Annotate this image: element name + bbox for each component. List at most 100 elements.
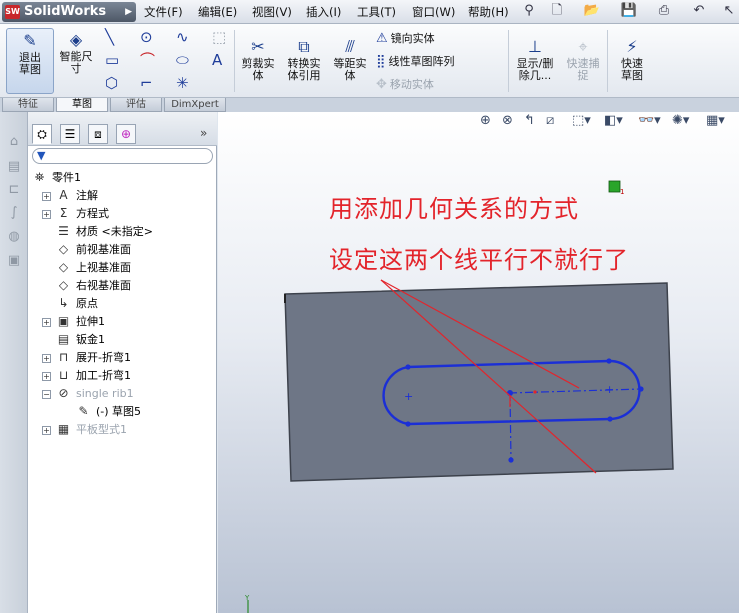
- rib-icon: ⊘: [58, 386, 69, 400]
- smart-dimension-button[interactable]: ◈ 智能尺寸: [56, 31, 96, 75]
- mirror-entities-button[interactable]: ⚠ 镜向实体: [376, 30, 435, 46]
- menu-window[interactable]: 窗口(W): [412, 4, 455, 20]
- display-delete-label: 显示/删除几...: [516, 57, 554, 82]
- tree-item[interactable]: ◇ 上视基准面: [42, 258, 131, 276]
- offset-entities-button[interactable]: ⫻ 等距实体: [330, 38, 370, 82]
- tree-item[interactable]: + A 注解: [42, 186, 98, 204]
- point-tool-icon[interactable]: ✳: [176, 75, 189, 91]
- tree-item[interactable]: ↳ 原点: [42, 294, 98, 312]
- task-pane-strip: ⌂ ▤ ⊏ ∫ ◍ ▣: [0, 112, 28, 613]
- move-entities-button[interactable]: ✥ 移动实体: [376, 76, 434, 92]
- tab-evaluate[interactable]: 评估: [110, 98, 162, 112]
- graphics-area[interactable]: [218, 112, 739, 613]
- menu-tools[interactable]: 工具(T): [357, 4, 396, 20]
- logo-arrow-icon: ▶: [125, 7, 132, 17]
- quick-snaps-button[interactable]: ⌖ 快速捕捉: [562, 38, 604, 82]
- tree-item[interactable]: ⛯ 零件1: [32, 168, 81, 186]
- tree-expander-icon[interactable]: +: [42, 425, 51, 435]
- tree-expander-icon[interactable]: −: [42, 389, 51, 399]
- tree-item[interactable]: − ⊘ single rib1: [42, 384, 134, 402]
- tree-expander-icon[interactable]: +: [42, 353, 51, 363]
- configuration-tab-icon[interactable]: ⧈: [88, 124, 108, 144]
- text-tool-icon[interactable]: A: [212, 52, 222, 68]
- polygon-tool-icon[interactable]: ⬡: [105, 75, 118, 91]
- tree-item[interactable]: + ⊓ 展开-折弯1: [42, 348, 131, 366]
- section-view-icon[interactable]: ⧄: [546, 113, 554, 128]
- trim-icon: ✂: [251, 37, 265, 56]
- trim-label: 剪裁实体: [241, 57, 275, 82]
- menu-insert[interactable]: 插入(I): [306, 4, 341, 20]
- arc-tool-icon[interactable]: ⌒: [140, 52, 155, 68]
- dimxpert-tab-icon[interactable]: ⊕: [116, 124, 136, 144]
- tree-item[interactable]: + ⊔ 加工-折弯1: [42, 366, 131, 384]
- tree-item[interactable]: ◇ 右视基准面: [42, 276, 131, 294]
- tree-expander-icon[interactable]: +: [42, 209, 51, 219]
- search-icon[interactable]: ∫: [6, 205, 22, 221]
- circle-tool-icon[interactable]: ⊙: [140, 29, 153, 45]
- title-bar: SW SolidWorks ▶ 文件(F) 编辑(E) 视图(V) 插入(I) …: [0, 0, 739, 24]
- undo-icon[interactable]: ↶: [690, 2, 708, 20]
- select-arrow-icon[interactable]: ↖: [720, 2, 738, 20]
- new-document-icon[interactable]: 🗋: [548, 2, 566, 20]
- zoom-area-icon[interactable]: ⊗: [502, 113, 513, 128]
- exit-sketch-button[interactable]: ✎ 退出草图: [6, 28, 54, 94]
- tree-item[interactable]: + ▦ 平板型式1: [42, 420, 127, 438]
- zoom-to-fit-icon[interactable]: ⊕: [480, 113, 491, 128]
- appearance-scene-icon[interactable]: ✺▾: [672, 113, 689, 128]
- rectangle-tool-icon[interactable]: ▭: [105, 52, 119, 68]
- custom-properties-icon[interactable]: ▣: [6, 253, 22, 269]
- property-manager-tab-icon[interactable]: ☰: [60, 124, 80, 144]
- appearance-icon[interactable]: ◍: [6, 229, 22, 245]
- library-icon[interactable]: ▤: [6, 159, 22, 175]
- offset-icon: ⫻: [345, 37, 355, 56]
- explorer-icon[interactable]: ⊏: [6, 182, 22, 198]
- sketch-icon: ✎: [78, 404, 89, 418]
- linear-pattern-button[interactable]: ⣿ 线性草图阵列: [376, 53, 455, 69]
- tree-item[interactable]: ◇ 前视基准面: [42, 240, 131, 258]
- tree-item[interactable]: ▤ 钣金1: [42, 330, 105, 348]
- menu-help[interactable]: 帮助(H): [468, 4, 509, 20]
- expand-panel-icon[interactable]: »: [200, 126, 207, 140]
- view-orientation-icon[interactable]: ⬚▾: [572, 113, 591, 128]
- tab-dimxpert[interactable]: DimXpert: [164, 98, 226, 112]
- fillet-tool-icon[interactable]: ⌐: [140, 75, 153, 91]
- display-delete-relations-button[interactable]: ⊥ 显示/删除几...: [512, 38, 558, 82]
- offset-label: 等距实体: [333, 57, 367, 82]
- previous-view-icon[interactable]: ↰: [524, 113, 535, 128]
- line-tool-icon[interactable]: ╲: [105, 29, 114, 45]
- spline-tool-icon[interactable]: ∿: [176, 29, 189, 45]
- display-style-icon[interactable]: ◧▾: [604, 113, 623, 128]
- feature-filter-input[interactable]: ▼: [32, 148, 213, 164]
- app-logo[interactable]: SW SolidWorks ▶: [2, 2, 136, 22]
- exit-sketch-label: 退出草图: [19, 51, 41, 76]
- ellipse-tool-icon[interactable]: ⬭: [176, 52, 189, 68]
- menu-file[interactable]: 文件(F): [144, 4, 183, 20]
- tab-features[interactable]: 特征: [2, 98, 54, 112]
- resources-icon[interactable]: ⌂: [6, 134, 22, 150]
- feature-tree-tab-icon[interactable]: ⛭: [32, 124, 52, 144]
- pin-icon[interactable]: ⚲: [520, 2, 538, 20]
- tree-item[interactable]: + Σ 方程式: [42, 204, 109, 222]
- rapid-sketch-label: 快速草图: [621, 57, 643, 82]
- save-icon[interactable]: 💾: [620, 2, 638, 20]
- print-icon[interactable]: ⎙: [655, 2, 673, 20]
- rapid-sketch-button[interactable]: ⚡ 快速草图: [612, 38, 652, 82]
- view-settings-icon[interactable]: ▦▾: [706, 113, 725, 128]
- grid-tool-icon[interactable]: ⬚: [212, 29, 226, 45]
- menu-view[interactable]: 视图(V): [252, 4, 292, 20]
- tab-sketch[interactable]: 草图: [56, 98, 108, 112]
- menu-edit[interactable]: 编辑(E): [198, 4, 237, 20]
- trim-button[interactable]: ✂ 剪裁实体: [238, 38, 278, 82]
- tree-expander-icon[interactable]: +: [42, 371, 51, 381]
- equations-icon: Σ: [59, 206, 68, 220]
- hide-show-items-icon[interactable]: 👓▾: [638, 113, 661, 128]
- convert-entities-button[interactable]: ⧉ 转换实体引用: [284, 38, 324, 82]
- tree-item[interactable]: ✎ (-) 草图5: [62, 402, 141, 420]
- tree-item[interactable]: ☰ 材质 <未指定>: [42, 222, 153, 240]
- plane-icon: ◇: [58, 278, 69, 292]
- tree-expander-icon[interactable]: +: [42, 191, 51, 201]
- move-label: 移动实体: [389, 78, 434, 91]
- tree-item[interactable]: + ▣ 拉伸1: [42, 312, 105, 330]
- tree-expander-icon[interactable]: +: [42, 317, 51, 327]
- open-folder-icon[interactable]: 📂: [583, 2, 601, 20]
